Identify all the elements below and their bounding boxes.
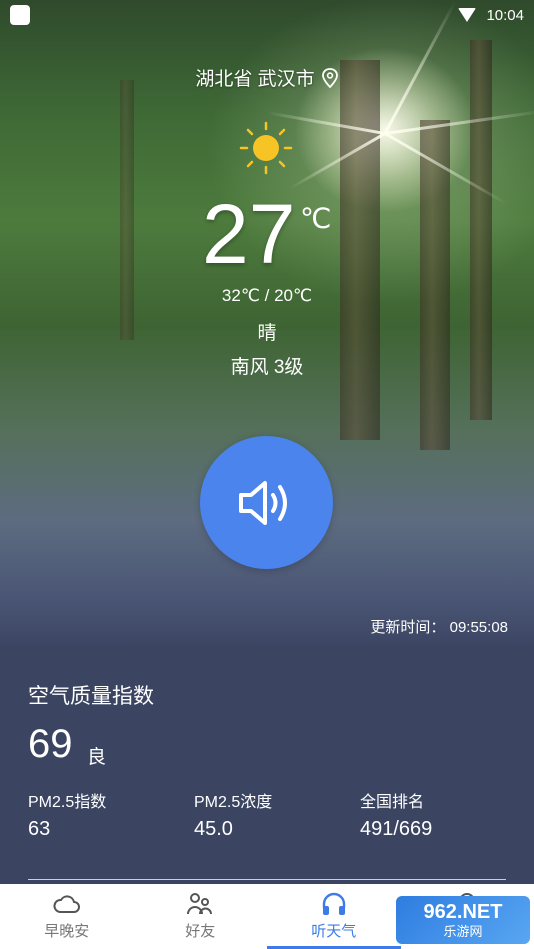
pm25-concentration-label: PM2.5浓度 <box>194 794 273 811</box>
play-weather-button[interactable] <box>200 436 333 569</box>
air-quality-panel: 空气质量指数 69 良 PM2.5指数 63 PM2.5浓度 45.0 全国排名… <box>0 650 534 884</box>
air-quality-title: 空气质量指数 <box>28 685 154 708</box>
location-pin-icon <box>321 67 339 88</box>
update-time-label: 更新时间： <box>370 619 446 636</box>
tree-trunk <box>340 60 380 440</box>
location-selector[interactable]: 湖北省 武汉市 <box>0 64 534 91</box>
weather-condition: 晴 <box>257 323 277 344</box>
tab-listen-weather[interactable]: 听天气 <box>267 884 401 949</box>
tab-label: 听天气 <box>311 923 357 940</box>
national-rank-label: 全国排名 <box>360 794 425 811</box>
weather-screen: 10:04 湖北省 武汉市 27 ℃ 32℃ / 20℃ 晴 南风 3级 更新时… <box>0 0 534 949</box>
speaker-icon <box>238 480 287 525</box>
update-time-value: 09:55:08 <box>449 619 508 636</box>
tab-morning-evening[interactable]: 早晚安 <box>0 884 134 949</box>
aqi-level: 良 <box>87 747 107 768</box>
divider <box>28 879 506 880</box>
temperature-unit: ℃ <box>300 203 332 234</box>
tab-label: 好友 <box>185 923 216 940</box>
wifi-icon <box>458 8 477 22</box>
aqi-value: 69 <box>28 722 73 766</box>
current-temperature: 27 <box>202 187 296 281</box>
tab-label: 早晚安 <box>44 923 90 940</box>
sunny-icon <box>238 120 294 176</box>
watermark-sub: 乐游网 <box>443 924 483 939</box>
temperature-range: 32℃ / 20℃ <box>221 286 313 305</box>
pm25-concentration-value: 45.0 <box>194 818 233 840</box>
watermark-brand: 962.NET <box>423 901 503 923</box>
national-rank-value: 491/669 <box>360 818 433 840</box>
tab-friends[interactable]: 好友 <box>134 884 268 949</box>
pm25-index-value: 63 <box>28 818 51 840</box>
status-bar: 10:04 <box>0 0 534 30</box>
site-watermark-logo: 962.NET 乐游网 <box>396 896 530 944</box>
app-notification-icon <box>10 5 30 25</box>
headphones-icon <box>322 892 345 915</box>
wind-info: 南风 3级 <box>230 357 304 378</box>
status-time: 10:04 <box>486 6 524 24</box>
location-label: 湖北省 武汉市 <box>195 69 315 90</box>
friends-icon <box>187 893 213 915</box>
update-time: 更新时间： 09:55:08 <box>370 616 508 637</box>
pm25-index-label: PM2.5指数 <box>28 794 107 811</box>
cloud-icon <box>53 895 80 913</box>
sun-ray <box>384 109 534 135</box>
